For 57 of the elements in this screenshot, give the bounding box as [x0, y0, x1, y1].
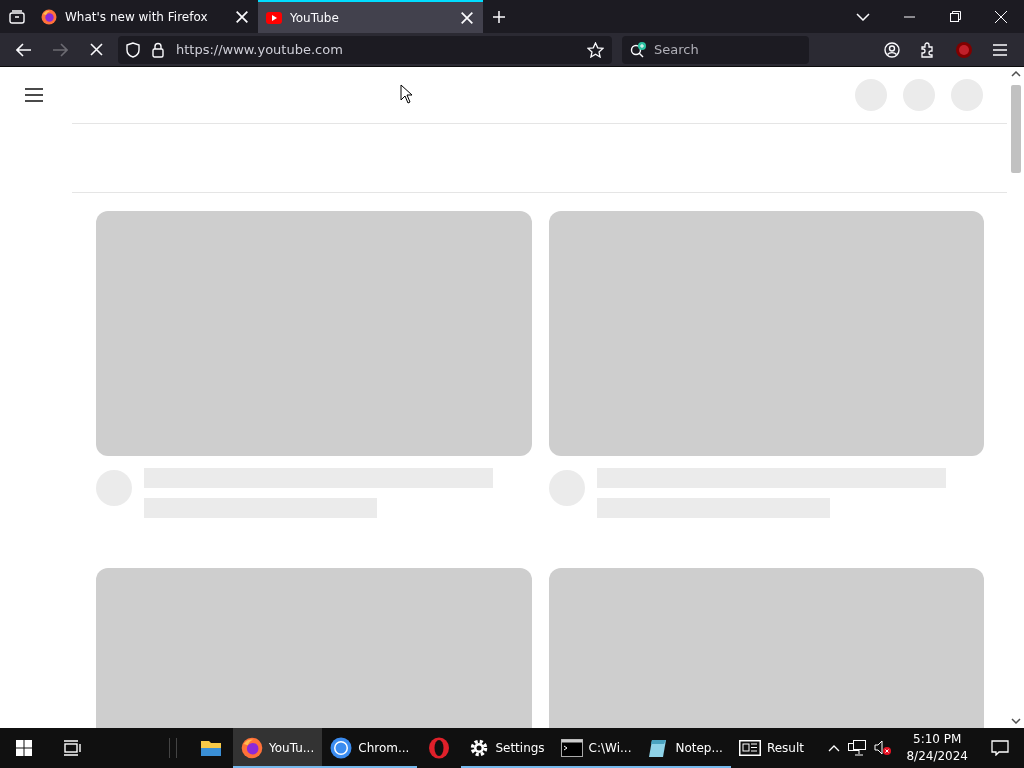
clock[interactable]: 5:10 PM 8/24/2024 [898, 728, 976, 768]
chevron-up-icon[interactable] [828, 744, 841, 752]
shield-badge-icon[interactable] [956, 41, 972, 58]
task-view-icon[interactable] [63, 740, 81, 756]
chevron-down-icon[interactable] [856, 12, 870, 21]
cursor-icon [400, 84, 414, 104]
ring-icon [330, 737, 353, 759]
app-label: C:\Wi... [588, 741, 632, 755]
search-icon [630, 41, 648, 58]
star-icon[interactable] [587, 41, 604, 58]
tab-title: YouTube [290, 10, 340, 25]
minimize-icon[interactable] [903, 15, 915, 18]
scroll-down-icon[interactable] [1010, 718, 1021, 724]
close-icon[interactable] [459, 9, 475, 26]
play-icon [266, 11, 282, 24]
tab-list-icon[interactable] [8, 9, 25, 24]
shield-icon[interactable] [126, 41, 140, 58]
taskbar-app[interactable]: C:\Wi... [552, 728, 640, 768]
terminal-icon [560, 739, 583, 757]
close-icon[interactable] [234, 8, 250, 25]
fox-globe-icon [241, 737, 263, 759]
scrollbar-thumb[interactable] [1010, 85, 1021, 173]
browser-tab[interactable]: What's new with Firefox [33, 0, 258, 33]
menu-icon[interactable] [24, 87, 44, 103]
scroll-up-icon[interactable] [1010, 71, 1021, 77]
app-label: YouTu... [269, 741, 315, 755]
puzzle-icon[interactable] [920, 41, 936, 58]
browser-tab[interactable]: YouTube [258, 0, 483, 33]
network-icon[interactable] [848, 740, 867, 756]
notification-icon[interactable] [991, 740, 1009, 756]
speaker-icon[interactable] [874, 740, 893, 756]
taskbar-app[interactable]: Notep... [639, 728, 731, 768]
address-bar[interactable]: https://www.youtube.com [118, 35, 612, 64]
lock-icon[interactable] [152, 41, 164, 58]
gear-icon [469, 738, 490, 758]
app-label: Chrom... [358, 741, 410, 755]
newspaper-icon [738, 740, 761, 756]
close-icon[interactable] [995, 10, 1007, 23]
taskbar-app[interactable]: Result [730, 728, 812, 768]
url-text: https://www.youtube.com [176, 42, 344, 57]
taskbar-app[interactable]: Settings [461, 728, 553, 768]
app-label: Settings [495, 741, 545, 755]
app-label: Result [766, 741, 804, 755]
tab-title: What's new with Firefox [65, 9, 209, 24]
windows-logo-icon[interactable] [16, 740, 32, 756]
taskbar-app[interactable]: YouTu... [233, 728, 323, 768]
search-field[interactable]: Search [622, 35, 809, 64]
app-label: Notep... [675, 741, 723, 755]
restore-icon[interactable] [949, 11, 961, 22]
taskbar-app[interactable]: Chrom... [322, 728, 418, 768]
o-ring-icon [428, 737, 451, 759]
fox-globe-icon [41, 8, 57, 25]
account-icon[interactable] [884, 41, 900, 58]
folder-icon [200, 739, 222, 757]
stop-icon[interactable] [89, 43, 103, 56]
back-icon[interactable] [16, 42, 32, 57]
plus-icon[interactable] [492, 9, 506, 24]
